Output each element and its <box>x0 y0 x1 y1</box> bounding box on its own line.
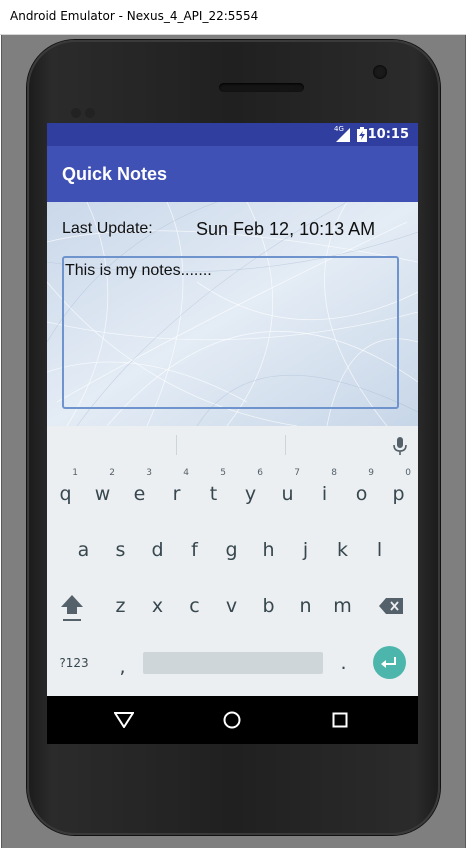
navigation-bar <box>47 696 418 744</box>
app-title: Quick Notes <box>62 164 168 184</box>
key-d[interactable]: d <box>139 527 176 573</box>
front-camera-icon <box>373 65 387 79</box>
key-k[interactable]: k <box>324 527 361 573</box>
key-v[interactable]: v <box>213 583 250 629</box>
battery-charging-icon <box>357 127 367 142</box>
key-w[interactable]: 2w <box>84 468 121 517</box>
home-icon[interactable] <box>223 711 241 729</box>
light-sensor <box>85 108 95 118</box>
notes-content-area: Last Update: Sun Feb 12, 10:13 AM This i… <box>47 202 418 426</box>
last-update-value: Sun Feb 12, 10:13 AM <box>196 219 376 239</box>
space-bar[interactable] <box>143 652 323 674</box>
key-l[interactable]: l <box>361 527 398 573</box>
key-r[interactable]: 4r <box>158 468 195 517</box>
signal-icon <box>336 128 350 142</box>
comma-key[interactable]: , <box>104 644 141 690</box>
emulator-title: Android Emulator - Nexus_4_API_22:5554 <box>10 9 259 23</box>
key-b[interactable]: b <box>250 583 287 629</box>
notes-input[interactable]: This is my notes....... <box>62 256 399 409</box>
period-key[interactable]: . <box>325 640 362 686</box>
speaker-grille <box>219 83 304 92</box>
key-a[interactable]: a <box>65 527 102 573</box>
key-o[interactable]: 9o <box>343 468 380 517</box>
key-s[interactable]: s <box>102 527 139 573</box>
suggestion-strip <box>47 426 418 464</box>
proximity-sensor <box>71 108 81 118</box>
key-n[interactable]: n <box>287 583 324 629</box>
mic-icon[interactable] <box>391 436 409 456</box>
key-i[interactable]: 8i <box>306 468 343 517</box>
key-m[interactable]: m <box>324 583 361 629</box>
back-icon[interactable] <box>114 712 134 728</box>
key-p[interactable]: 0p <box>380 468 417 517</box>
backspace-icon[interactable] <box>379 598 403 614</box>
key-t[interactable]: 5t <box>195 468 232 517</box>
soft-keyboard: 1q 2w 3e 4r 5t 6y 7u 8i 9o 0p a s d f g … <box>47 426 418 696</box>
status-bar: 4G 10:15 <box>47 123 418 146</box>
enter-key[interactable] <box>373 646 406 679</box>
key-f[interactable]: f <box>176 527 213 573</box>
key-z[interactable]: z <box>102 583 139 629</box>
enter-icon <box>381 657 396 668</box>
shift-icon[interactable] <box>60 593 84 623</box>
recents-icon[interactable] <box>332 712 348 728</box>
key-j[interactable]: j <box>287 527 324 573</box>
key-h[interactable]: h <box>250 527 287 573</box>
key-e[interactable]: 3e <box>121 468 158 517</box>
app-toolbar: Quick Notes <box>47 146 418 202</box>
suggestion-divider <box>176 435 177 455</box>
suggestion-divider <box>285 435 286 455</box>
key-g[interactable]: g <box>213 527 250 573</box>
key-x[interactable]: x <box>139 583 176 629</box>
device-screen: 4G 10:15 Quick Notes Last Update: Sun Fe… <box>47 123 418 744</box>
key-y[interactable]: 6y <box>232 468 269 517</box>
emulator-title-bar: Android Emulator - Nexus_4_API_22:5554 <box>0 0 466 35</box>
symbols-key[interactable]: ?123 <box>54 640 94 686</box>
status-time: 10:15 <box>367 127 409 142</box>
key-q[interactable]: 1q <box>47 468 84 517</box>
key-c[interactable]: c <box>176 583 213 629</box>
last-update-label: Last Update: <box>62 220 153 237</box>
key-u[interactable]: 7u <box>269 468 306 517</box>
